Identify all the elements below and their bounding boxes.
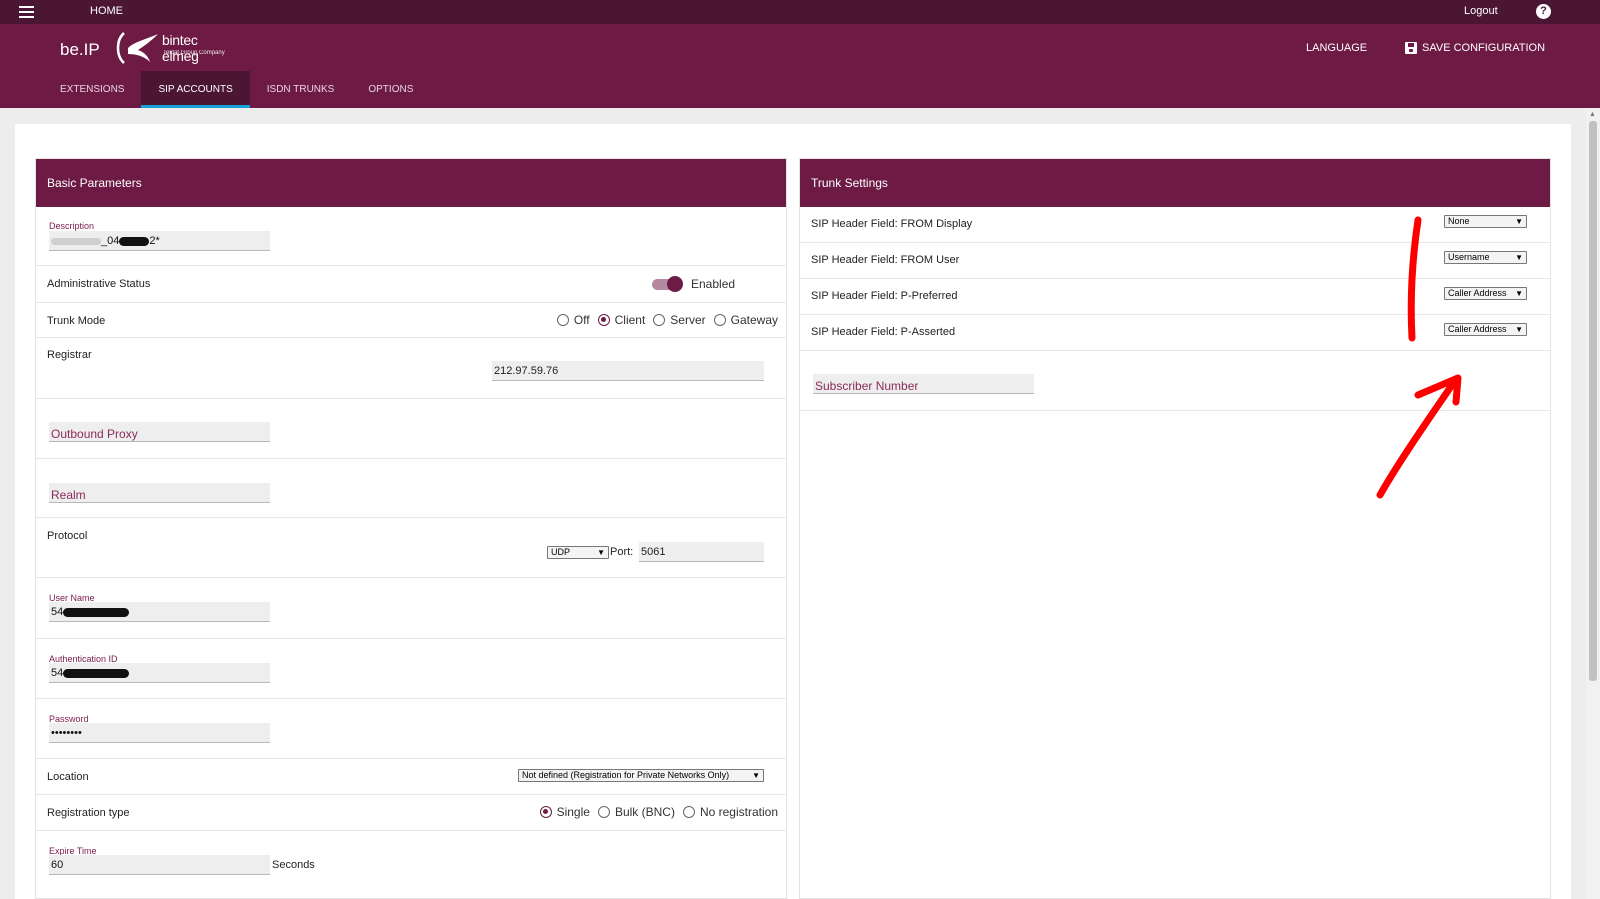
bintec-elmeg-logo: bintec elmeg Teldat Group Company (114, 28, 234, 68)
subscriber-number-row: Subscriber Number (800, 351, 1550, 411)
location-row: Location Not defined (Registration for P… (36, 759, 786, 795)
p-preferred-select[interactable]: Caller Address ▼ (1444, 287, 1527, 300)
trunk-mode-off[interactable]: Off (556, 313, 590, 327)
from-user-select[interactable]: Username ▼ (1444, 251, 1527, 264)
trunk-mode-client[interactable]: Client (597, 313, 645, 327)
protocol-select[interactable]: UDP ▼ (547, 546, 609, 559)
trunk-mode-row: Trunk Mode Off Client Server Gateway (36, 303, 786, 338)
save-configuration-label: SAVE CONFIGURATION (1422, 42, 1546, 54)
tab-sip-accounts[interactable]: SIP ACCOUNTS (141, 71, 251, 108)
p-preferred-label: SIP Header Field: P-Preferred (811, 290, 958, 302)
expire-time-unit: Seconds (272, 859, 315, 871)
outbound-proxy-row: Outbound Proxy (36, 399, 786, 459)
tab-isdn-trunks[interactable]: ISDN TRUNKS (250, 71, 352, 108)
description-label: Description (49, 221, 95, 231)
from-display-row: SIP Header Field: FROM Display None ▼ (800, 207, 1550, 243)
outbound-proxy-input[interactable]: Outbound Proxy (49, 422, 270, 442)
p-preferred-row: SIP Header Field: P-Preferred Caller Add… (800, 279, 1550, 315)
admin-status-value: Enabled (691, 277, 736, 291)
scrollbar-thumb[interactable] (1589, 121, 1597, 681)
panel-title: Trunk Settings (800, 159, 1550, 207)
logo-wordmark: bintec elmeg (162, 32, 199, 64)
description-row: Description _04 2* (36, 207, 786, 266)
expire-time-input[interactable]: 60 (49, 855, 270, 875)
admin-status-label: Administrative Status (47, 278, 151, 290)
password-input[interactable]: •••••••• (49, 723, 270, 743)
realm-input[interactable]: Realm (49, 483, 270, 503)
registration-bulk[interactable]: Bulk (BNC) (597, 805, 675, 819)
trunk-mode-radios: Off Client Server Gateway (556, 313, 778, 327)
logout-link[interactable]: Logout (1464, 5, 1498, 17)
main-tabs: EXTENSIONS SIP ACCOUNTS ISDN TRUNKS OPTI… (43, 71, 430, 108)
from-user-row: SIP Header Field: FROM User Username ▼ (800, 243, 1550, 279)
protocol-row: Protocol UDP ▼ Port: 5061 (36, 518, 786, 578)
realm-row: Realm (36, 459, 786, 518)
registration-type-row: Registration type Single Bulk (BNC) No r… (36, 795, 786, 831)
p-asserted-select[interactable]: Caller Address ▼ (1444, 323, 1527, 336)
location-label: Location (47, 771, 89, 783)
save-configuration-button[interactable]: SAVE CONFIGURATION (1405, 42, 1545, 54)
bird-logo-icon (116, 32, 158, 64)
logo-subtitle: Teldat Group Company (163, 50, 225, 56)
content-area: Basic Parameters Description _04 2* Admin… (15, 124, 1571, 899)
tab-options[interactable]: OPTIONS (351, 71, 430, 108)
port-label: Port: (610, 546, 634, 558)
trunk-settings-panel: Trunk Settings SIP Header Field: FROM Di… (799, 158, 1551, 899)
trunk-mode-label: Trunk Mode (47, 315, 106, 327)
port-input[interactable]: 5061 (639, 542, 764, 562)
basic-parameters-panel: Basic Parameters Description _04 2* Admin… (35, 158, 787, 899)
registrar-input[interactable]: 212.97.59.76 (492, 361, 764, 381)
panel-title: Basic Parameters (36, 159, 786, 207)
registration-type-radios: Single Bulk (BNC) No registration (539, 805, 778, 819)
location-select[interactable]: Not defined (Registration for Private Ne… (518, 769, 764, 782)
brand-title: be.IP (60, 40, 100, 59)
language-button[interactable]: LANGUAGE (1306, 42, 1367, 54)
from-display-select[interactable]: None ▼ (1444, 215, 1527, 228)
password-row: Password •••••••• (36, 699, 786, 759)
from-display-label: SIP Header Field: FROM Display (811, 218, 973, 230)
user-name-row: User Name 54 (36, 578, 786, 639)
auth-id-row: Authentication ID 54 (36, 639, 786, 699)
from-user-label: SIP Header Field: FROM User (811, 254, 960, 266)
p-asserted-row: SIP Header Field: P-Asserted Caller Addr… (800, 315, 1550, 351)
page-scrollbar[interactable]: ▲ (1586, 109, 1600, 899)
tab-extensions[interactable]: EXTENSIONS (43, 71, 141, 108)
user-name-input[interactable]: 54 (49, 602, 270, 622)
p-asserted-label: SIP Header Field: P-Asserted (811, 326, 956, 338)
description-input[interactable]: _04 2* (49, 231, 270, 251)
save-icon (1405, 42, 1417, 54)
help-icon[interactable]: ? (1536, 4, 1551, 19)
admin-status-row: Administrative Status Enabled (36, 266, 786, 303)
protocol-label: Protocol (47, 530, 88, 542)
registration-none[interactable]: No registration (682, 805, 778, 819)
auth-id-input[interactable]: 54 (49, 663, 270, 683)
home-link[interactable]: HOME (90, 5, 123, 17)
trunk-mode-gateway[interactable]: Gateway (713, 313, 778, 327)
registrar-label: Registrar (47, 349, 92, 361)
app-header: be.IP bintec elmeg Teldat Group Company … (0, 24, 1600, 108)
registration-single[interactable]: Single (539, 805, 590, 819)
registration-type-label: Registration type (47, 807, 130, 819)
trunk-mode-server[interactable]: Server (653, 313, 706, 327)
subscriber-number-input[interactable]: Subscriber Number (813, 374, 1034, 394)
registrar-row: Registrar 212.97.59.76 (36, 338, 786, 399)
scroll-up-arrow-icon[interactable]: ▲ (1589, 111, 1596, 118)
expire-time-row: Expire Time 60 Seconds (36, 831, 786, 891)
top-bar: HOME Logout ? (0, 0, 1600, 24)
hamburger-menu-icon[interactable] (19, 6, 34, 18)
admin-status-toggle[interactable] (652, 276, 683, 292)
